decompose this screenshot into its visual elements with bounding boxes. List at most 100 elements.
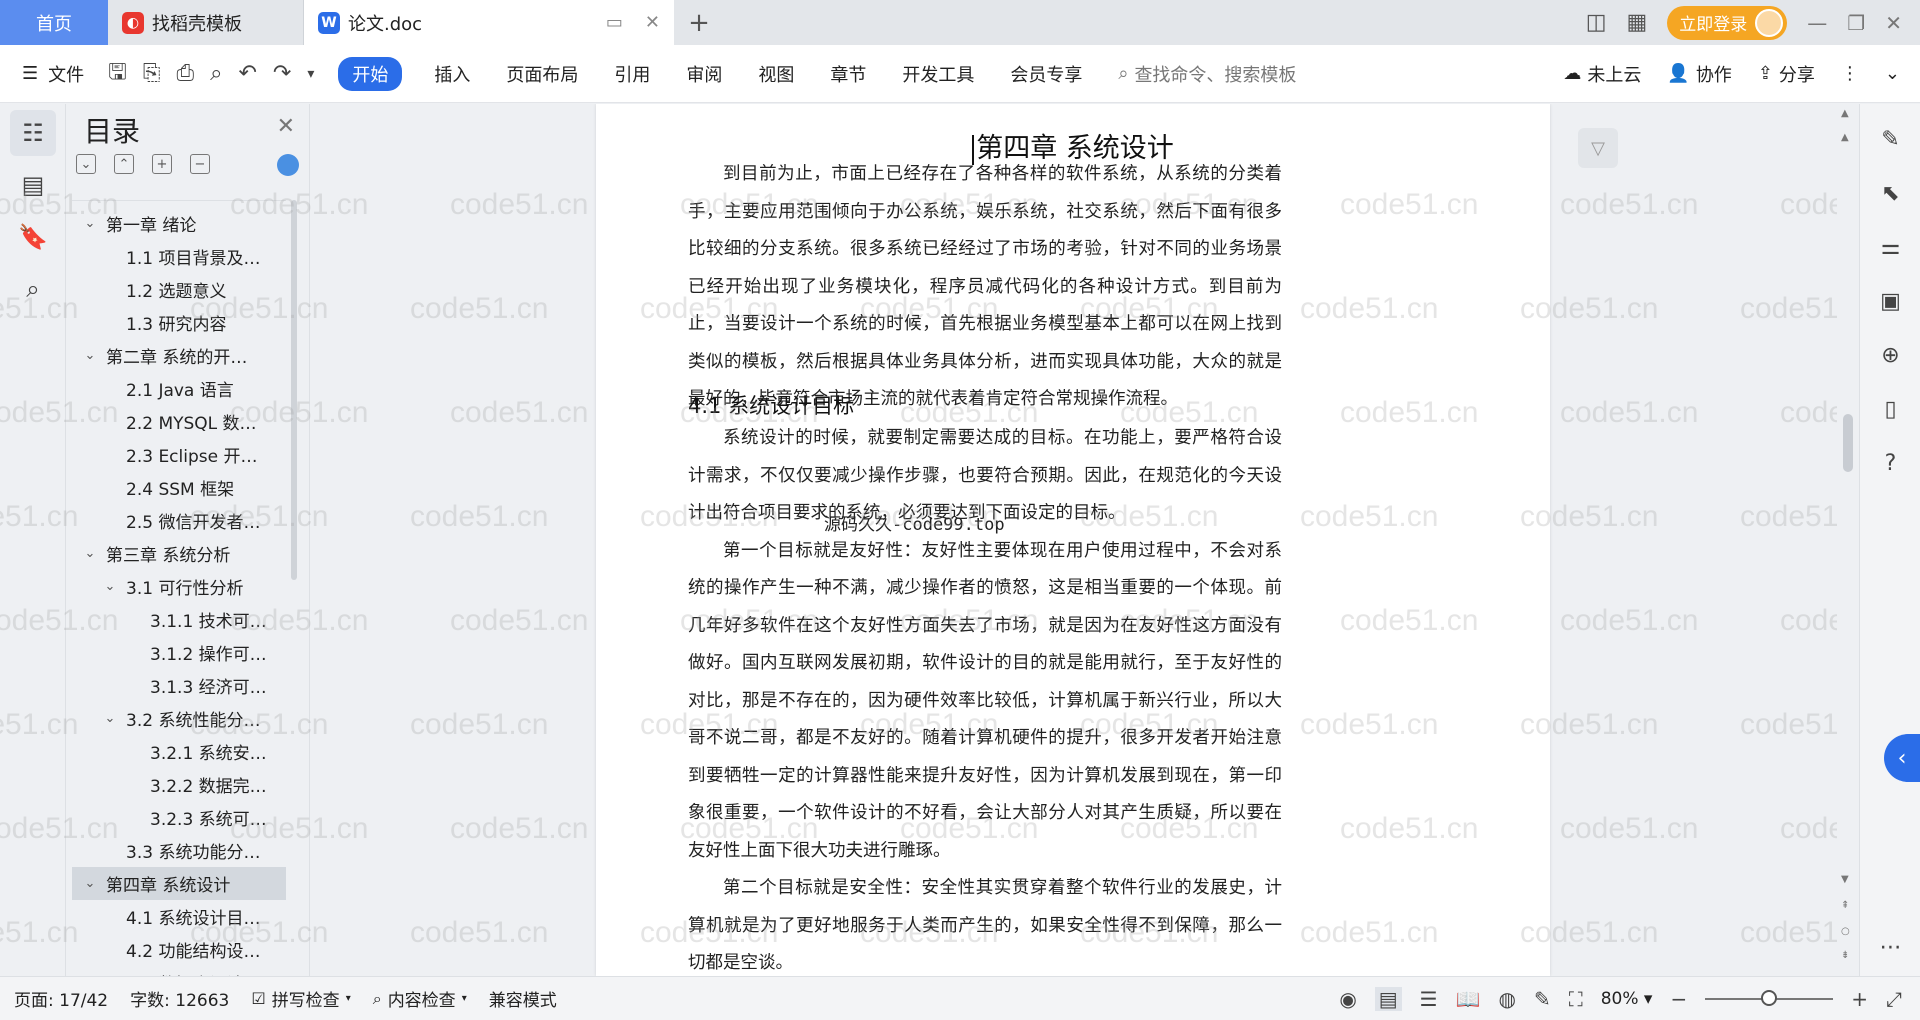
tab-developer[interactable]: 开发工具 — [902, 61, 974, 87]
chevron-down-icon[interactable]: ⌄ — [82, 348, 98, 363]
restore-icon[interactable]: ❐ — [1847, 11, 1865, 35]
outline-view-icon[interactable]: ☰ — [1420, 987, 1438, 1011]
share-button[interactable]: ⇪ 分享 — [1758, 61, 1815, 87]
add-heading-icon[interactable]: + — [152, 154, 172, 174]
chevron-down-icon[interactable]: ⌄ — [102, 711, 118, 726]
content-check-button[interactable]: ⌕ 内容检查 ▾ — [373, 986, 467, 1012]
tab-template[interactable]: ◐ 找稻壳模板 — [108, 0, 304, 45]
chevron-down-icon[interactable]: ⌄ — [82, 876, 98, 891]
remove-heading-icon[interactable]: − — [190, 154, 210, 174]
toc-item[interactable]: 2.3 Eclipse 开… — [72, 438, 286, 471]
tab-insert[interactable]: 插入 — [434, 61, 470, 87]
toc-item[interactable]: 3.1.3 经济可… — [72, 669, 286, 702]
toc-item[interactable]: 2.5 微信开发者… — [72, 504, 286, 537]
next-page-icon[interactable]: ⇟ — [1841, 950, 1849, 961]
scroll-down-icon[interactable]: ▼ — [1841, 874, 1849, 885]
chevron-down-icon[interactable]: ⌄ — [82, 216, 98, 231]
toc-item[interactable]: 4.1 系统设计目… — [72, 900, 286, 933]
scroll-top-icon[interactable]: ▲ — [1841, 108, 1849, 119]
edit-pen-icon[interactable]: ✎ — [1860, 112, 1920, 166]
zoom-value[interactable]: 80% ▾ — [1601, 989, 1653, 1009]
chevron-down-icon[interactable]: ⌄ — [82, 546, 98, 561]
fit-page-icon[interactable]: ⛶ — [1569, 987, 1583, 1011]
word-count[interactable]: 字数: 12663 — [130, 986, 229, 1011]
file-menu[interactable]: ☰ 文件 — [22, 61, 84, 87]
find-icon[interactable]: ⌕ — [10, 266, 56, 312]
toc-item[interactable]: 1.1 项目背景及… — [72, 240, 286, 273]
toc-item[interactable]: 3.1.1 技术可… — [72, 603, 286, 636]
layout-switch-icon[interactable]: ◫ — [1586, 10, 1607, 35]
tab-view[interactable]: 视图 — [758, 61, 794, 87]
tab-chapter[interactable]: 章节 — [830, 61, 866, 87]
read-mode-icon[interactable]: ▯ — [1860, 382, 1920, 436]
collapse-all-icon[interactable]: ⌃ — [114, 154, 134, 174]
toc-scrollbar[interactable] — [291, 200, 297, 580]
tab-member[interactable]: 会员专享 — [1010, 61, 1082, 87]
close-tab-icon[interactable]: ✕ — [645, 12, 660, 33]
help-icon[interactable]: ? — [1860, 436, 1920, 490]
cloud-status-button[interactable]: ☁ 未上云 — [1563, 61, 1641, 87]
print-icon[interactable]: ⎙ — [177, 61, 195, 86]
spell-check-button[interactable]: ☑ 拼写检查 ▾ — [251, 986, 350, 1011]
ai-assistant-icon[interactable] — [277, 154, 299, 176]
scroll-up-icon[interactable]: ▲ — [1841, 132, 1849, 143]
vertical-scrollbar[interactable]: ▲ ▲ ▼ ⇞ ○ ⇟ — [1837, 104, 1859, 976]
select-cursor-icon[interactable]: ⬉ — [1860, 166, 1920, 220]
document-page[interactable]: 第四章 系统设计 到目前为止，市面上已经存在了各种各样的软件系统，从系统的分类着… — [596, 104, 1550, 976]
zoom-out-icon[interactable]: − — [1670, 987, 1687, 1011]
toc-item[interactable]: 3.3 系统功能分… — [72, 834, 286, 867]
print-preview-icon[interactable]: ⌕ — [210, 61, 222, 86]
new-tab-button[interactable]: + — [674, 0, 724, 45]
toc-item[interactable]: ⌄ 第四章 系统设计 — [72, 867, 286, 900]
close-icon[interactable]: ✕ — [277, 114, 295, 139]
chevron-down-icon[interactable]: ⌄ — [102, 579, 118, 594]
toc-item[interactable]: ⌄ 第一章 绪论 — [72, 207, 286, 240]
toc-item[interactable]: 3.2.2 数据完… — [72, 768, 286, 801]
settings-sliders-icon[interactable]: ⚌ — [1860, 220, 1920, 274]
eye-protect-icon[interactable]: ◉ — [1339, 987, 1356, 1011]
zoom-slider[interactable] — [1705, 989, 1834, 1006]
expand-all-icon[interactable]: ⌄ — [76, 154, 96, 174]
more-icon[interactable]: ⋯ — [1860, 920, 1920, 974]
compass-icon[interactable]: ⊕ — [1860, 328, 1920, 382]
more-options-icon[interactable]: ⋮ — [1841, 63, 1859, 84]
undo-icon[interactable]: ↶ — [238, 61, 256, 86]
page-counter[interactable]: 页面: 17/42 — [14, 986, 108, 1011]
scrollbar-thumb[interactable] — [1843, 414, 1853, 472]
toc-item[interactable]: 1.2 选题意义 — [72, 273, 286, 306]
toc-panel-icon[interactable]: ☷ — [10, 110, 56, 156]
tab-home-ribbon[interactable]: 开始 — [338, 56, 403, 91]
select-browse-icon[interactable]: ○ — [1841, 926, 1850, 937]
toc-item[interactable]: 2.4 SSM 框架 — [72, 471, 286, 504]
toc-item[interactable]: ⌄ 3.1 可行性分析 — [72, 570, 286, 603]
zoom-slider-knob[interactable] — [1761, 989, 1778, 1006]
close-window-icon[interactable]: ✕ — [1885, 11, 1902, 35]
page-view-icon[interactable]: ▤ — [1374, 986, 1402, 1011]
toc-item[interactable]: 4.2 功能结构设… — [72, 933, 286, 966]
more-dropdown-icon[interactable]: ▾ — [307, 66, 314, 82]
web-view-icon[interactable]: ◍ — [1499, 987, 1516, 1011]
chapter-nav-icon[interactable]: ▤ — [10, 162, 56, 208]
toc-item[interactable]: ⌄ 3.2 系统性能分… — [72, 702, 286, 735]
collaborate-button[interactable]: 👤 协作 — [1667, 61, 1731, 87]
login-button[interactable]: 立即登录 — [1667, 5, 1788, 40]
bookmark-icon[interactable]: 🔖 — [10, 214, 56, 260]
redo-icon[interactable]: ↷ — [273, 61, 291, 86]
tab-references[interactable]: 引用 — [614, 61, 650, 87]
toc-item[interactable]: 1.3 研究内容 — [72, 306, 286, 339]
compat-mode[interactable]: 兼容模式 — [489, 986, 557, 1011]
toc-item[interactable]: ⌄ 第三章 系统分析 — [72, 537, 286, 570]
toc-item[interactable]: 3.2.3 系统可… — [72, 801, 286, 834]
toc-item[interactable]: 3.2.1 系统安… — [72, 735, 286, 768]
fullscreen-icon[interactable]: ⤢ — [1886, 987, 1902, 1011]
save-icon[interactable]: 🖫 — [108, 55, 127, 93]
export-icon[interactable]: ⎘ — [143, 61, 161, 86]
monitor-icon[interactable]: ▭ — [606, 12, 623, 33]
tab-review[interactable]: 审阅 — [686, 61, 722, 87]
reading-view-icon[interactable]: 📖 — [1456, 987, 1481, 1011]
toc-item[interactable]: 2.2 MYSQL 数… — [72, 405, 286, 438]
toc-item[interactable]: 3.1.2 操作可… — [72, 636, 286, 669]
collapse-ribbon-icon[interactable]: ⌄ — [1885, 63, 1900, 84]
write-view-icon[interactable]: ✎ — [1534, 987, 1551, 1011]
minimize-icon[interactable]: — — [1807, 11, 1827, 35]
